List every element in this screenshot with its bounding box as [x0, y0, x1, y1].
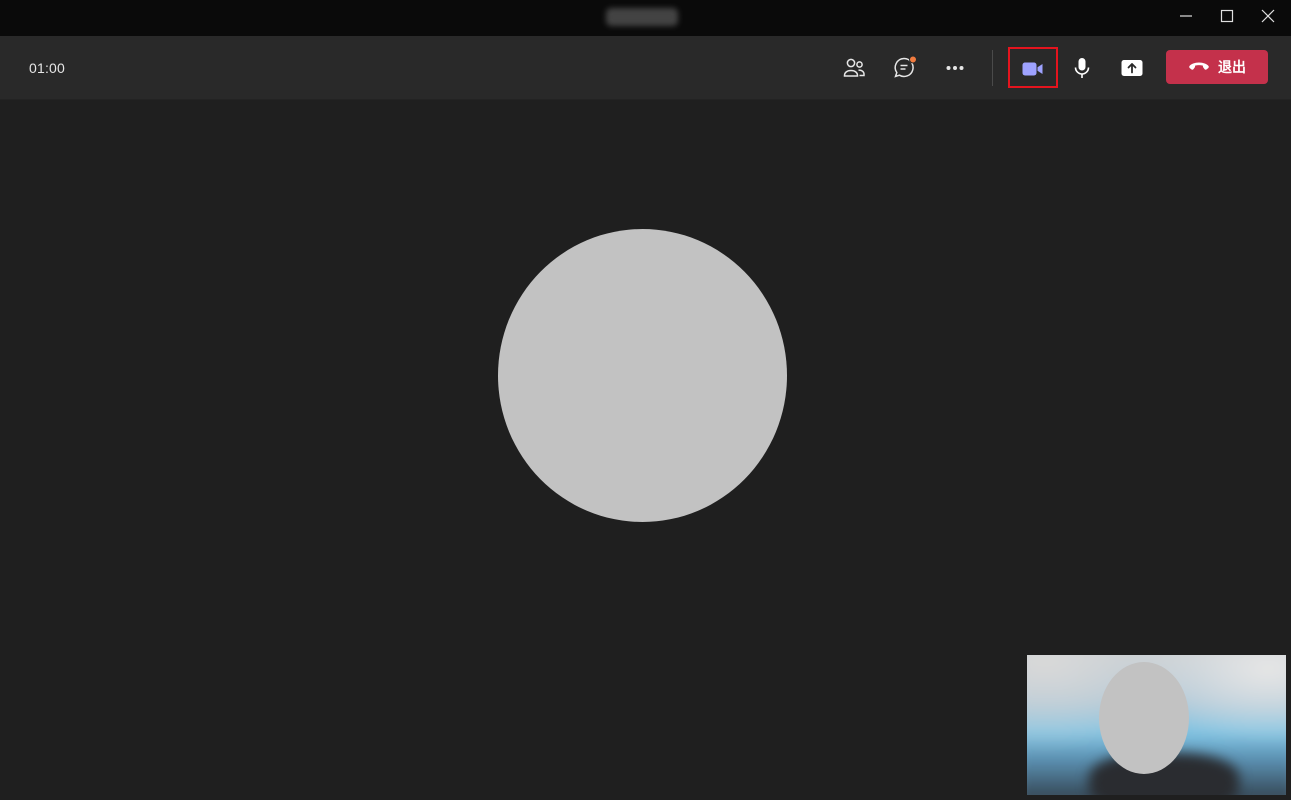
leave-button[interactable]: 退出: [1166, 50, 1268, 84]
close-icon: [1261, 9, 1275, 23]
self-view-face-mask: [1099, 662, 1189, 774]
minimize-icon: [1180, 15, 1192, 17]
leave-label: 退出: [1218, 59, 1246, 75]
minimize-button[interactable]: [1166, 0, 1206, 32]
more-actions-button[interactable]: [935, 48, 975, 88]
share-screen-button[interactable]: [1112, 48, 1152, 88]
meeting-window: 01:00 退出: [0, 0, 1291, 800]
participants-button[interactable]: [834, 48, 874, 88]
more-icon: [946, 66, 964, 70]
window-title-blurred: [606, 8, 678, 26]
camera-button[interactable]: [1013, 49, 1053, 89]
chat-notification-dot: [909, 55, 917, 64]
title-bar: [0, 0, 1291, 36]
self-view-video[interactable]: [1027, 655, 1286, 795]
meeting-toolbar: 01:00 退出: [0, 36, 1291, 100]
participant-avatar: [498, 229, 787, 522]
call-timer: 01:00: [29, 60, 66, 76]
chat-button[interactable]: [885, 48, 925, 88]
microphone-icon: [1074, 58, 1090, 78]
share-screen-icon: [1121, 60, 1143, 76]
close-button[interactable]: [1248, 0, 1288, 32]
maximize-icon: [1220, 9, 1234, 23]
maximize-button[interactable]: [1207, 0, 1247, 32]
people-icon: [843, 58, 865, 77]
chat-icon: [894, 55, 917, 78]
microphone-button[interactable]: [1062, 48, 1102, 88]
hang-up-icon: [1189, 62, 1209, 70]
toolbar-divider: [992, 50, 993, 86]
camera-icon: [1022, 62, 1043, 76]
